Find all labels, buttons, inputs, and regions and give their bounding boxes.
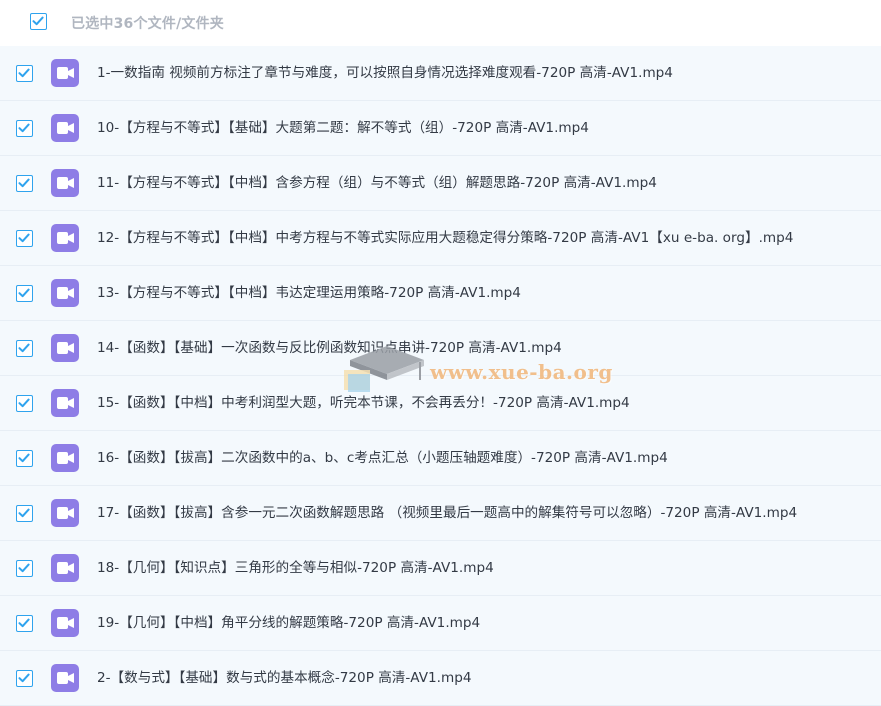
file-row[interactable]: 1-一数指南 视频前方标注了章节与难度，可以按照自身情况选择难度观看-720P … <box>0 46 881 101</box>
check-icon <box>18 68 30 78</box>
video-file-icon <box>51 169 79 197</box>
file-name[interactable]: 10-【方程与不等式】【基础】大题第二题：解不等式（组）-720P 高清-AV1… <box>97 101 589 156</box>
video-file-icon <box>51 114 79 142</box>
file-row[interactable]: 16-【函数】【拔高】二次函数中的a、b、c考点汇总（小题压轴题难度）-720P… <box>0 431 881 486</box>
check-icon <box>18 288 30 298</box>
file-row[interactable]: 14-【函数】【基础】一次函数与反比例函数知识点串讲-720P 高清-AV1.m… <box>0 321 881 376</box>
video-camera-icon <box>57 232 74 244</box>
file-name[interactable]: 19-【几何】【中档】角平分线的解题策略-720P 高清-AV1.mp4 <box>97 596 480 651</box>
selection-summary: 已选中36个文件/文件夹 <box>71 16 224 32</box>
video-file-icon <box>51 59 79 87</box>
video-file-icon <box>51 279 79 307</box>
file-checkbox[interactable] <box>16 175 33 192</box>
file-name[interactable]: 16-【函数】【拔高】二次函数中的a、b、c考点汇总（小题压轴题难度）-720P… <box>97 431 668 486</box>
file-checkbox[interactable] <box>16 65 33 82</box>
video-camera-icon <box>57 452 74 464</box>
file-row[interactable]: 15-【函数】【中档】中考利润型大题，听完本节课，不会再丢分！-720P 高清-… <box>0 376 881 431</box>
check-icon <box>18 398 30 408</box>
video-camera-icon <box>57 342 74 354</box>
video-camera-icon <box>57 177 74 189</box>
video-camera-icon <box>57 67 74 79</box>
check-icon <box>18 178 30 188</box>
video-file-icon <box>51 664 79 692</box>
file-row[interactable]: 10-【方程与不等式】【基础】大题第二题：解不等式（组）-720P 高清-AV1… <box>0 101 881 156</box>
select-all-checkbox[interactable] <box>30 13 47 30</box>
file-checkbox[interactable] <box>16 340 33 357</box>
video-camera-icon <box>57 617 74 629</box>
file-checkbox[interactable] <box>16 230 33 247</box>
file-row[interactable]: 12-【方程与不等式】【中档】中考方程与不等式实际应用大题稳定得分策略-720P… <box>0 211 881 266</box>
file-name[interactable]: 11-【方程与不等式】【中档】含参方程（组）与不等式（组）解题思路-720P 高… <box>97 156 657 211</box>
video-file-icon <box>51 554 79 582</box>
check-icon <box>18 343 30 353</box>
file-checkbox[interactable] <box>16 505 33 522</box>
check-icon <box>18 123 30 133</box>
file-checkbox[interactable] <box>16 560 33 577</box>
video-camera-icon <box>57 122 74 134</box>
video-file-icon <box>51 224 79 252</box>
file-row[interactable]: 18-【几何】【知识点】三角形的全等与相似-720P 高清-AV1.mp4 <box>0 541 881 596</box>
check-icon <box>32 16 44 26</box>
file-row[interactable]: 2-【数与式】【基础】数与式的基本概念-720P 高清-AV1.mp4 <box>0 651 881 706</box>
video-camera-icon <box>57 672 74 684</box>
check-icon <box>18 508 30 518</box>
selection-header: 已选中36个文件/文件夹 <box>0 0 881 44</box>
check-icon <box>18 563 30 573</box>
video-camera-icon <box>57 507 74 519</box>
select-all-checkbox-wrap[interactable] <box>14 13 47 30</box>
check-icon <box>18 453 30 463</box>
video-file-icon <box>51 609 79 637</box>
file-name[interactable]: 17-【函数】【拔高】含参一元二次函数解题思路 （视频里最后一题高中的解集符号可… <box>97 486 797 541</box>
video-camera-icon <box>57 562 74 574</box>
check-icon <box>18 673 30 683</box>
file-row[interactable]: 11-【方程与不等式】【中档】含参方程（组）与不等式（组）解题思路-720P 高… <box>0 156 881 211</box>
file-checkbox[interactable] <box>16 670 33 687</box>
file-checkbox[interactable] <box>16 395 33 412</box>
file-name[interactable]: 13-【方程与不等式】【中档】韦达定理运用策略-720P 高清-AV1.mp4 <box>97 266 521 321</box>
file-name[interactable]: 14-【函数】【基础】一次函数与反比例函数知识点串讲-720P 高清-AV1.m… <box>97 321 562 376</box>
file-row[interactable]: 19-【几何】【中档】角平分线的解题策略-720P 高清-AV1.mp4 <box>0 596 881 651</box>
video-camera-icon <box>57 287 74 299</box>
file-row[interactable]: 13-【方程与不等式】【中档】韦达定理运用策略-720P 高清-AV1.mp4 <box>0 266 881 321</box>
check-icon <box>18 233 30 243</box>
file-checkbox[interactable] <box>16 450 33 467</box>
video-file-icon <box>51 444 79 472</box>
file-name[interactable]: 18-【几何】【知识点】三角形的全等与相似-720P 高清-AV1.mp4 <box>97 541 494 596</box>
file-name[interactable]: 15-【函数】【中档】中考利润型大题，听完本节课，不会再丢分！-720P 高清-… <box>97 376 630 431</box>
file-checkbox[interactable] <box>16 120 33 137</box>
file-list-page: 已选中36个文件/文件夹 1-一数指南 视频前方标注了章节与难度，可以按照自身情… <box>0 0 881 706</box>
video-camera-icon <box>57 397 74 409</box>
file-row[interactable]: 17-【函数】【拔高】含参一元二次函数解题思路 （视频里最后一题高中的解集符号可… <box>0 486 881 541</box>
check-icon <box>18 618 30 628</box>
file-checkbox[interactable] <box>16 615 33 632</box>
file-name[interactable]: 2-【数与式】【基础】数与式的基本概念-720P 高清-AV1.mp4 <box>97 651 472 706</box>
file-list: 1-一数指南 视频前方标注了章节与难度，可以按照自身情况选择难度观看-720P … <box>0 46 881 706</box>
video-file-icon <box>51 389 79 417</box>
video-file-icon <box>51 499 79 527</box>
file-name[interactable]: 1-一数指南 视频前方标注了章节与难度，可以按照自身情况选择难度观看-720P … <box>97 46 673 101</box>
file-name[interactable]: 12-【方程与不等式】【中档】中考方程与不等式实际应用大题稳定得分策略-720P… <box>97 211 793 266</box>
video-file-icon <box>51 334 79 362</box>
file-checkbox[interactable] <box>16 285 33 302</box>
